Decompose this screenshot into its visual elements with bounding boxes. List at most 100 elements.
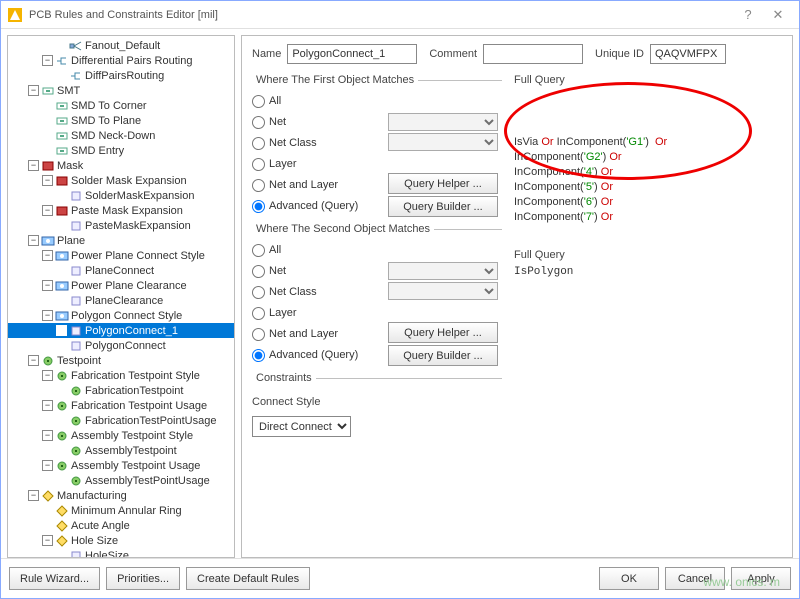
tree-node[interactable]: AssemblyTestpoint <box>8 443 234 458</box>
tree-node[interactable]: −Paste Mask Expansion <box>8 203 234 218</box>
tree-node[interactable]: −Power Plane Connect Style <box>8 248 234 263</box>
tree-node[interactable]: PlaneConnect <box>8 263 234 278</box>
tree-toggle[interactable]: − <box>42 370 53 381</box>
tree-toggle[interactable]: − <box>42 280 53 291</box>
tree-toggle[interactable]: − <box>28 235 39 246</box>
full-query-2[interactable]: IsPolygon <box>514 265 782 280</box>
match-option[interactable]: All <box>252 241 382 259</box>
help-button[interactable]: ? <box>733 5 763 25</box>
tree-toggle[interactable]: − <box>28 160 39 171</box>
match-radio[interactable] <box>252 286 265 299</box>
query-helper-button-2[interactable]: Query Helper ... <box>388 322 498 343</box>
tree-node[interactable]: PolygonConnect <box>8 338 234 353</box>
tree-node[interactable]: −Differential Pairs Routing <box>8 53 234 68</box>
match-radio[interactable] <box>252 116 265 129</box>
tree-node[interactable]: −Mask <box>8 158 234 173</box>
tree-node[interactable]: −Power Plane Clearance <box>8 278 234 293</box>
match-radio[interactable] <box>252 349 265 362</box>
match-option[interactable]: Net Class <box>252 283 382 301</box>
tree-node[interactable]: SMD Neck-Down <box>8 128 234 143</box>
match-option[interactable]: Net and Layer <box>252 325 382 343</box>
tree-toggle[interactable]: − <box>42 55 53 66</box>
query-helper-button-1[interactable]: Query Helper ... <box>388 173 498 194</box>
ok-button[interactable]: OK <box>599 567 659 590</box>
match-option[interactable]: Net and Layer <box>252 176 382 194</box>
apply-button[interactable]: Apply <box>731 567 791 590</box>
tree-node[interactable]: −Hole Size <box>8 533 234 548</box>
comment-input[interactable] <box>483 44 583 64</box>
tree-node[interactable]: Fanout_Default <box>8 38 234 53</box>
match-radio[interactable] <box>252 200 265 213</box>
tree-node[interactable]: Minimum Annular Ring <box>8 503 234 518</box>
match-radio[interactable] <box>252 158 265 171</box>
tree-toggle[interactable]: − <box>42 535 53 546</box>
tree-node[interactable]: −Fabrication Testpoint Usage <box>8 398 234 413</box>
match-radio[interactable] <box>252 307 265 320</box>
tree-toggle[interactable]: − <box>28 490 39 501</box>
tree-node[interactable]: −Plane <box>8 233 234 248</box>
tree-node[interactable]: −Manufacturing <box>8 488 234 503</box>
netclass-select-2[interactable] <box>388 282 498 300</box>
match-option[interactable]: Net <box>252 262 382 280</box>
query-builder-button-1[interactable]: Query Builder ... <box>388 196 498 217</box>
netclass-select-1[interactable] <box>388 133 498 151</box>
tree-node[interactable]: SMD To Corner <box>8 98 234 113</box>
match-option[interactable]: Net <box>252 113 382 131</box>
match-option[interactable]: Advanced (Query) <box>252 197 382 215</box>
match-radio[interactable] <box>252 244 265 257</box>
tree-node[interactable]: PlaneClearance <box>8 293 234 308</box>
match-option[interactable]: All <box>252 92 382 110</box>
rules-tree[interactable]: Fanout_Default−Differential Pairs Routin… <box>7 35 235 558</box>
tree-toggle[interactable]: − <box>42 205 53 216</box>
tree-node[interactable]: HoleSize <box>8 548 234 558</box>
tree-node[interactable]: −Assembly Testpoint Usage <box>8 458 234 473</box>
tree-toggle[interactable]: − <box>28 355 39 366</box>
tree-node[interactable]: PolygonConnect_1 <box>8 323 234 338</box>
match-radio[interactable] <box>252 328 265 341</box>
match-radio[interactable] <box>252 265 265 278</box>
cancel-button[interactable]: Cancel <box>665 567 725 590</box>
tree-node[interactable]: AssemblyTestPointUsage <box>8 473 234 488</box>
tree-node[interactable]: SMD To Plane <box>8 113 234 128</box>
net-select-2[interactable] <box>388 262 498 280</box>
rule-wizard-button[interactable]: Rule Wizard... <box>9 567 100 590</box>
match-option[interactable]: Advanced (Query) <box>252 346 382 364</box>
tree-node[interactable]: FabricationTestpoint <box>8 383 234 398</box>
close-button[interactable]: ✕ <box>763 5 793 25</box>
tree-node[interactable]: Acute Angle <box>8 518 234 533</box>
match-radio[interactable] <box>252 137 265 150</box>
query-builder-button-2[interactable]: Query Builder ... <box>388 345 498 366</box>
tree-toggle[interactable]: − <box>42 310 53 321</box>
tree-node[interactable]: −Fabrication Testpoint Style <box>8 368 234 383</box>
match-radio[interactable] <box>252 95 265 108</box>
uniqueid-input[interactable] <box>650 44 726 64</box>
create-default-rules-button[interactable]: Create Default Rules <box>186 567 310 590</box>
tree-node[interactable]: FabricationTestPointUsage <box>8 413 234 428</box>
tree-toggle[interactable]: − <box>42 250 53 261</box>
match-option[interactable]: Layer <box>252 155 382 173</box>
connect-style-select[interactable]: Direct Connect <box>252 416 351 437</box>
match-radio[interactable] <box>252 179 265 192</box>
tree-node[interactable]: −SMT <box>8 83 234 98</box>
full-query-1[interactable]: IsVia Or InComponent('G1') OrInComponent… <box>514 90 782 225</box>
name-input[interactable] <box>287 44 417 64</box>
tree-toggle[interactable]: − <box>28 85 39 96</box>
tree-node[interactable]: −Assembly Testpoint Style <box>8 428 234 443</box>
tree-node[interactable]: SolderMaskExpansion <box>8 188 234 203</box>
tree-node[interactable]: PasteMaskExpansion <box>8 218 234 233</box>
tree-node[interactable]: −Polygon Connect Style <box>8 308 234 323</box>
smt-icon <box>55 130 69 142</box>
priorities-button[interactable]: Priorities... <box>106 567 180 590</box>
second-match-legend: Where The Second Object Matches <box>252 223 434 235</box>
tree-toggle[interactable]: − <box>42 430 53 441</box>
net-select-1[interactable] <box>388 113 498 131</box>
match-option[interactable]: Net Class <box>252 134 382 152</box>
tree-node[interactable]: DiffPairsRouting <box>8 68 234 83</box>
tree-node[interactable]: −Testpoint <box>8 353 234 368</box>
tree-toggle[interactable]: − <box>42 400 53 411</box>
tree-toggle[interactable]: − <box>42 460 53 471</box>
tree-toggle[interactable]: − <box>42 175 53 186</box>
match-option[interactable]: Layer <box>252 304 382 322</box>
tree-node[interactable]: −Solder Mask Expansion <box>8 173 234 188</box>
tree-node[interactable]: SMD Entry <box>8 143 234 158</box>
